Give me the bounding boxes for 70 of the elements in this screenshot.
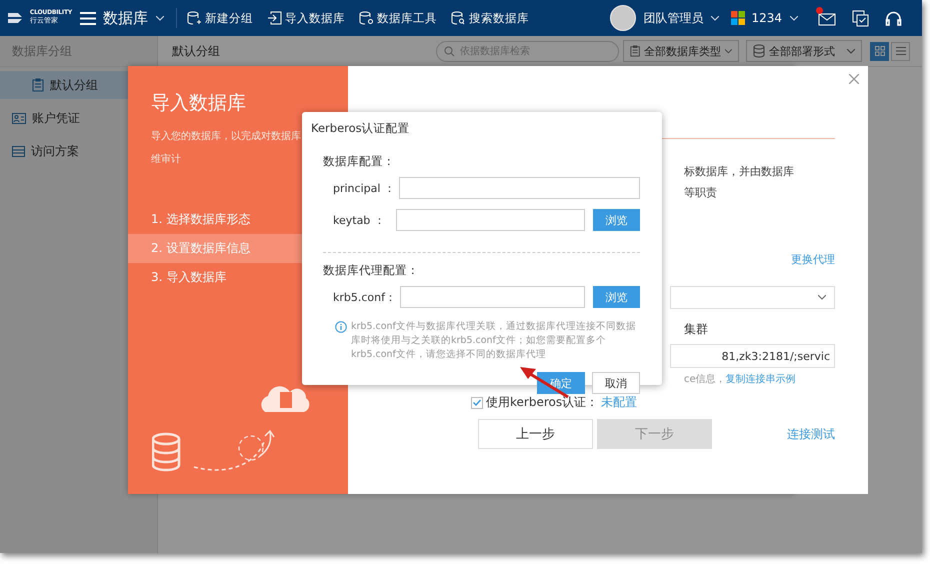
browse-button[interactable]: 浏览 <box>593 209 640 231</box>
description-text: 等职责 <box>684 187 718 199</box>
checklist-icon[interactable] <box>852 10 869 26</box>
database-plus-icon[interactable] <box>187 11 202 25</box>
nav-item[interactable]: 搜索数据库 <box>451 10 529 26</box>
account-number[interactable]: 1234 <box>751 11 782 25</box>
headset-icon[interactable] <box>885 10 902 26</box>
menu-icon[interactable] <box>80 12 96 24</box>
clipboard-icon <box>630 44 640 58</box>
connection-string-field[interactable]: 81,zk3:2181/;servic <box>670 344 835 368</box>
grid-view-button[interactable] <box>870 42 889 60</box>
filter-dropdown[interactable]: 全部数据库类型 <box>623 40 739 62</box>
text-field[interactable] <box>398 177 640 199</box>
section-title: 数据库配置： <box>323 154 396 169</box>
search-icon <box>444 46 455 56</box>
kerberos-config-link[interactable]: 未配置 <box>601 394 638 411</box>
cancel-button[interactable]: 取消 <box>592 372 640 394</box>
avatar[interactable] <box>610 5 636 31</box>
database-icon <box>753 44 765 58</box>
field-label: principal ： <box>332 180 396 196</box>
field-label: krb5.conf： <box>332 290 397 304</box>
caret-icon <box>725 48 732 54</box>
nav-item[interactable]: 数据库工具 <box>359 10 437 26</box>
list-box-icon <box>12 146 25 156</box>
windows-logo-icon <box>731 11 746 25</box>
close-icon[interactable] <box>849 74 859 84</box>
text-field[interactable] <box>400 286 585 308</box>
dialog-title: Kerberos认证配置 <box>311 121 411 136</box>
grid-icon <box>874 46 884 56</box>
wizard-intro-text: 维审计 <box>151 152 181 166</box>
kerberos-checkbox[interactable] <box>471 396 483 408</box>
wizard-title: 导入数据库 <box>151 91 247 116</box>
nav-item[interactable]: 导入数据库 <box>267 10 345 26</box>
checkmark-icon <box>473 399 481 406</box>
sidebar-item[interactable]: 账户凭证 <box>0 104 128 132</box>
cluster-label: 集群 <box>684 321 709 338</box>
database-search-icon[interactable] <box>451 11 466 25</box>
note-text: krb5.conf文件与数据库代理关联，通过数据库代理连接不同数据库时将使用与之关联的krb5.conf文件；如您需要配置多个krb5.conf文件，请您选择不同的数据库代理 <box>351 320 637 362</box>
change-proxy-link[interactable]: 更换代理 <box>791 252 835 267</box>
text-field[interactable] <box>396 209 585 231</box>
previous-step-button[interactable]: 上一步 <box>478 419 593 449</box>
section-title: 数据库代理配置： <box>323 263 420 278</box>
kerberos-label: 使用kerberos认证： <box>486 394 598 411</box>
clipboard-icon <box>32 78 44 92</box>
sidebar-item[interactable]: 访问方案 <box>0 137 128 165</box>
user-name[interactable]: 团队管理员 <box>643 10 704 26</box>
list-icon <box>896 46 906 56</box>
import-icon[interactable] <box>267 11 282 25</box>
caret-icon[interactable] <box>156 16 164 20</box>
caret-icon <box>847 48 855 54</box>
copy-example-link[interactable]: 复制连接串示例 <box>726 372 796 386</box>
group-title: 默认分组 <box>172 42 221 60</box>
browse-button[interactable]: 浏览 <box>593 286 640 308</box>
sidebar-item[interactable]: 默认分组 <box>0 71 128 99</box>
description-text: 标数据库，并由数据库 <box>684 166 795 178</box>
filter-dropdown[interactable]: 全部部署形式 <box>746 40 862 62</box>
caret-icon <box>818 295 826 300</box>
database-gear-icon[interactable] <box>359 11 374 25</box>
caret-icon[interactable] <box>711 16 720 20</box>
hint-text: ce信息， <box>684 372 726 386</box>
module-title[interactable]: 数据库 <box>103 8 148 28</box>
info-icon <box>335 321 347 333</box>
list-view-button[interactable] <box>891 42 910 60</box>
connection-test-link[interactable]: 连接测试 <box>787 426 835 442</box>
id-card-icon <box>12 112 26 124</box>
sidebar-title: 数据库分组 <box>12 42 72 60</box>
nav-item[interactable]: 新建分组 <box>187 10 253 26</box>
wizard-intro-text: 导入您的数据库，以完成对数据库 <box>151 130 301 143</box>
caret-icon[interactable] <box>790 16 798 20</box>
field-label: keytab ： <box>332 212 386 228</box>
